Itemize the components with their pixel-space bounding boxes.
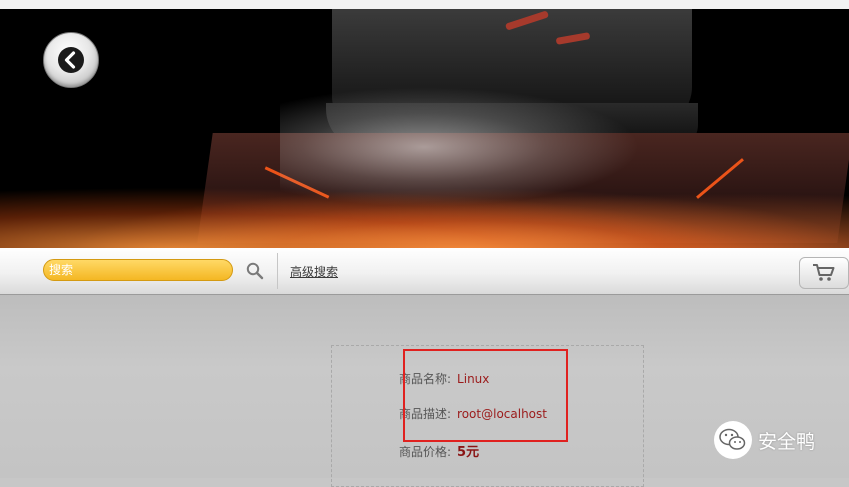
advanced-search-link[interactable]: 高级搜索	[290, 263, 338, 280]
toolbar-divider	[277, 253, 278, 289]
watermark: 安全鸭	[714, 420, 815, 460]
cart-icon	[813, 264, 835, 281]
back-button[interactable]	[43, 32, 99, 88]
wechat-icon	[714, 421, 752, 459]
product-price-label: 商品价格:	[399, 445, 452, 459]
watermark-text: 安全鸭	[758, 430, 816, 453]
search-input[interactable]: 搜索	[43, 259, 233, 281]
chevron-left-icon	[58, 47, 84, 73]
search-icon[interactable]	[246, 262, 264, 284]
product-price-row: 商品价格: 5元	[399, 441, 479, 460]
fire-effect	[0, 177, 849, 248]
product-price-value: 5元	[457, 445, 480, 460]
cart-button[interactable]	[799, 257, 849, 289]
annotation-highlight-box	[403, 349, 568, 442]
hero-banner	[0, 9, 849, 248]
search-toolbar: 搜索 高级搜索	[0, 248, 849, 295]
